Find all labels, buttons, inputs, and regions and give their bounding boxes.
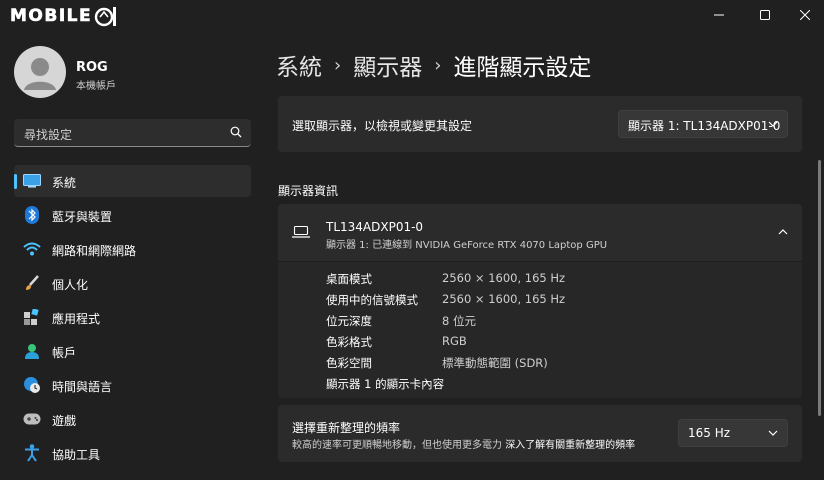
info-label-color-space: 色彩空間 [326,356,372,370]
system-monitor-icon [23,172,41,190]
chevron-up-icon[interactable] [778,228,788,236]
search-icon [230,126,242,138]
accessibility-icon [23,444,41,462]
info-value-color-space: 標準動態範圍 (SDR) [442,356,548,370]
user-profile[interactable]: ROG 本機帳戶 [14,46,254,102]
sidebar-item-time-language[interactable]: 時間與語言 [14,369,251,401]
display-info-header[interactable]: TL134ADXP01-0 顯示器 1: 已連線到 NVIDIA GeForce… [278,204,802,262]
select-display-label: 選取顯示器，以檢視或變更其設定 [292,119,473,133]
close-button[interactable] [782,0,824,30]
info-value-bit-depth: 8 位元 [442,314,476,328]
sidebar-item-label: 藍牙與裝置 [52,210,113,224]
wifi-icon [23,240,41,258]
avatar-person-icon [24,58,56,90]
sidebar-item-system[interactable]: 系統 [14,165,251,197]
sidebar-item-label: 網路和網際網路 [52,244,137,258]
display-info-details: 桌面模式 2560 × 1600, 165 Hz 使用中的信號模式 2560 ×… [278,262,802,398]
refresh-rate-learn-more-link[interactable]: 深入了解有關重新整理的頻率 [505,440,635,451]
mobile01-logo: MOBILE [10,4,118,28]
monitor-name: TL134ADXP01-0 [326,220,424,234]
sidebar-item-label: 遊戲 [52,414,77,428]
breadcrumb-separator: › [434,54,442,76]
laptop-icon [292,226,310,238]
sidebar-item-label: 系統 [52,176,77,190]
monitor-connection: 顯示器 1: 已連線到 NVIDIA GeForce RTX 4070 Lapt… [326,240,608,251]
sidebar-item-gaming[interactable]: 遊戲 [14,403,251,435]
sidebar-item-label: 時間與語言 [52,380,113,394]
chevron-down-icon [768,430,778,436]
refresh-rate-description-text: 較高的速率可更順暢地移動，但也使用更多電力 [292,440,502,451]
chevron-down-icon [768,121,778,127]
refresh-rate-description: 較高的速率可更順暢地移動，但也使用更多電力 深入了解有關重新整理的頻率 [292,436,635,451]
avatar [14,46,66,98]
sidebar-item-apps[interactable]: 應用程式 [14,301,251,333]
breadcrumb-display[interactable]: 顯示器 [353,48,422,82]
refresh-rate-title: 選擇重新整理的頻率 [292,421,401,435]
search-input[interactable]: 尋找設定 [14,119,251,147]
apps-icon [23,308,41,326]
info-value-active-signal: 2560 × 1600, 165 Hz [442,292,566,306]
breadcrumb-separator: › [334,54,342,76]
scrollbar[interactable] [818,160,821,416]
sidebar-item-accounts[interactable]: 帳戶 [14,335,251,367]
brush-icon [23,274,41,292]
time-language-icon [23,376,41,394]
refresh-rate-dropdown[interactable]: 165 Hz [678,419,788,447]
bluetooth-icon [23,206,41,224]
profile-name: ROG [76,60,108,75]
minimize-icon [714,14,724,16]
page-title: 進階顯示設定 [453,55,592,81]
maximize-icon [760,10,770,20]
refresh-rate-value: 165 Hz [688,426,731,440]
sidebar-item-accessibility[interactable]: 協助工具 [14,437,251,469]
sidebar-item-label: 個人化 [52,278,89,292]
select-display-card: 選取顯示器，以檢視或變更其設定 顯示器 1: TL134ADXP01-0 [278,96,802,152]
profile-account-type: 本機帳戶 [76,81,116,92]
sidebar-item-personalization[interactable]: 個人化 [14,267,251,299]
adapter-properties-link[interactable]: 顯示器 1 的顯示卡內容 [326,376,444,392]
close-icon [800,10,810,20]
info-label-color-format: 色彩格式 [326,335,372,349]
sidebar-item-bluetooth[interactable]: 藍牙與裝置 [14,199,251,231]
logo-mark-icon [94,7,117,27]
info-label-bit-depth: 位元深度 [326,314,372,328]
breadcrumb-system[interactable]: 系統 [276,48,322,82]
gamepad-icon [23,410,41,428]
account-icon [23,342,41,360]
display-select-value: 顯示器 1: TL134ADXP01-0 [628,119,781,133]
refresh-rate-card: 選擇重新整理的頻率 較高的速率可更順暢地移動，但也使用更多電力 深入了解有關重新… [278,405,802,462]
info-label-active-signal: 使用中的信號模式 [326,293,418,307]
sidebar-item-label: 應用程式 [52,312,101,326]
search-placeholder: 尋找設定 [24,128,73,142]
display-info-card: TL134ADXP01-0 顯示器 1: 已連線到 NVIDIA GeForce… [278,204,802,398]
sidebar-nav: 系統 藍牙與裝置 網路和網際網路 個人化 應用程式 帳戶 時間與語言 遊戲 協助… [14,165,251,471]
minimize-button[interactable] [696,0,742,30]
title-bar: MOBILE [0,0,824,30]
sidebar-item-label: 協助工具 [52,448,101,462]
display-select-dropdown[interactable]: 顯示器 1: TL134ADXP01-0 [618,110,788,138]
info-label-desktop-mode: 桌面模式 [326,272,372,286]
info-value-color-format: RGB [442,334,467,348]
logo-text: MOBILE [10,6,93,27]
sidebar-item-network[interactable]: 網路和網際網路 [14,233,251,265]
sidebar-item-label: 帳戶 [52,346,77,360]
breadcrumb: 系統 › 顯示器 › 進階顯示設定 [276,48,591,82]
info-value-desktop-mode: 2560 × 1600, 165 Hz [442,271,566,285]
section-title-display-info: 顯示器資訊 [278,184,339,198]
